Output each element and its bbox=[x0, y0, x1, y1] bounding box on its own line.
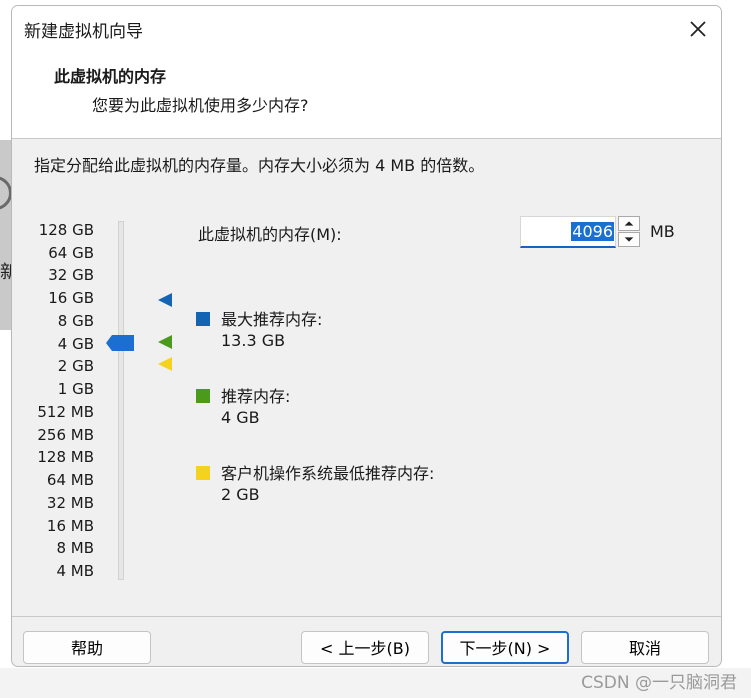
scale-tick: 256 MB bbox=[37, 426, 94, 444]
scale-tick: 4 GB bbox=[57, 335, 94, 353]
min-recommended-value: 2 GB bbox=[221, 485, 260, 504]
memory-input[interactable]: 4096 bbox=[520, 216, 616, 248]
cancel-button[interactable]: 取消 bbox=[581, 631, 709, 664]
next-button[interactable]: 下一步(N) > bbox=[441, 631, 569, 664]
memory-spinner: 4096 bbox=[520, 216, 642, 250]
new-vm-wizard-dialog: 新建虚拟机向导 此虚拟机的内存 您要为此虚拟机使用多少内存? 指定分配给此虚拟机… bbox=[11, 5, 722, 667]
instruction-text: 指定分配给此虚拟机的内存量。内存大小必须为 4 MB 的倍数。 bbox=[34, 156, 485, 175]
min-recommended-swatch bbox=[196, 466, 210, 480]
min-recommended-marker-icon bbox=[158, 357, 172, 371]
footer-divider bbox=[12, 616, 721, 617]
max-recommended-swatch bbox=[196, 312, 210, 326]
scale-tick: 16 GB bbox=[48, 289, 94, 307]
min-recommended-label: 客户机操作系统最低推荐内存: bbox=[221, 464, 435, 483]
memory-slider-track[interactable] bbox=[118, 221, 124, 580]
scale-tick: 8 MB bbox=[56, 539, 94, 557]
watermark: CSDN @一只脑洞君 bbox=[581, 673, 737, 693]
scale-tick: 8 GB bbox=[57, 312, 94, 330]
scale-tick: 1 GB bbox=[57, 380, 94, 398]
max-recommended-label: 最大推荐内存: bbox=[221, 310, 323, 329]
memory-input-value: 4096 bbox=[571, 222, 614, 241]
max-recommended-marker-icon bbox=[158, 293, 172, 307]
decrement-arrow-icon[interactable] bbox=[618, 232, 640, 247]
scale-tick: 32 MB bbox=[46, 494, 94, 512]
memory-slider-thumb[interactable] bbox=[106, 335, 134, 351]
max-recommended-value: 13.3 GB bbox=[221, 331, 286, 350]
scale-tick: 128 GB bbox=[38, 221, 94, 239]
help-button[interactable]: 帮助 bbox=[23, 631, 151, 664]
scale-tick: 32 GB bbox=[48, 266, 94, 284]
recommended-label: 推荐内存: bbox=[221, 387, 291, 406]
scale-tick: 512 MB bbox=[37, 403, 94, 421]
scale-tick: 64 MB bbox=[46, 471, 94, 489]
recommended-marker-icon bbox=[158, 335, 172, 349]
back-button[interactable]: < 上一步(B) bbox=[301, 631, 429, 664]
memory-label: 此虚拟机的内存(M): bbox=[198, 225, 342, 244]
recommended-swatch bbox=[196, 389, 210, 403]
scale-tick: 4 MB bbox=[56, 562, 94, 580]
close-icon[interactable] bbox=[684, 15, 712, 43]
recommended-value: 4 GB bbox=[221, 408, 260, 427]
page-subtitle: 您要为此虚拟机使用多少内存? bbox=[92, 96, 309, 115]
page-title: 此虚拟机的内存 bbox=[54, 67, 167, 86]
increment-arrow-icon[interactable] bbox=[618, 216, 640, 231]
scale-tick: 64 GB bbox=[48, 244, 94, 262]
scale-tick: 2 GB bbox=[57, 357, 94, 375]
wizard-header: 新建虚拟机向导 此虚拟机的内存 您要为此虚拟机使用多少内存? bbox=[12, 6, 721, 139]
dialog-title: 新建虚拟机向导 bbox=[24, 22, 143, 42]
scale-tick: 128 MB bbox=[37, 448, 94, 466]
memory-unit: MB bbox=[650, 222, 675, 241]
scale-tick: 16 MB bbox=[46, 517, 94, 535]
